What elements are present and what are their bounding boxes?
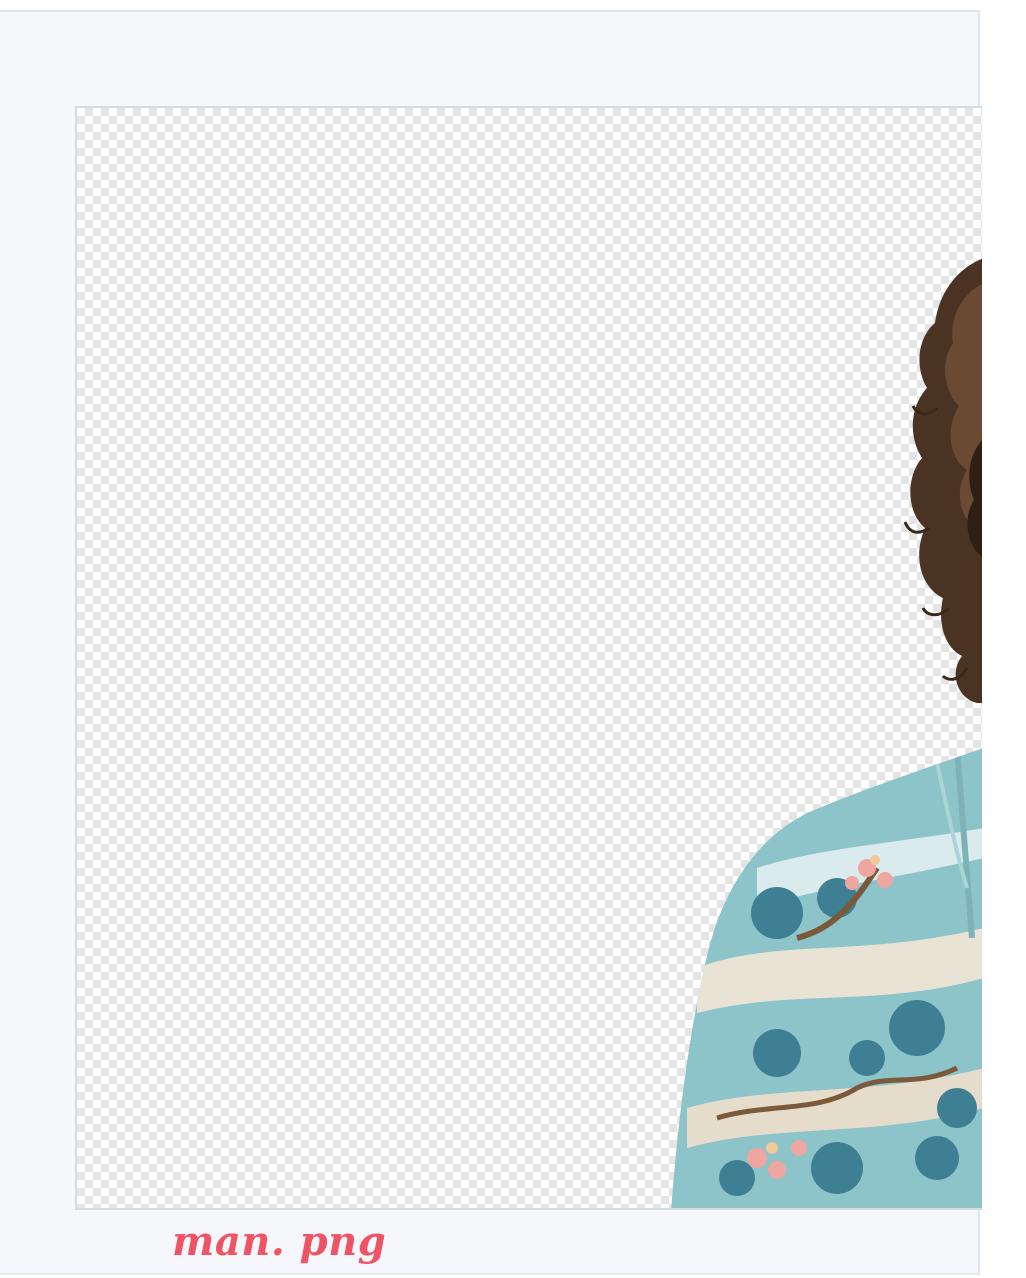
window-edge (982, 0, 1026, 1278)
shirt-shape (671, 748, 982, 1208)
cutout-image (671, 258, 982, 1208)
image-preview (75, 106, 982, 1210)
preview-panel (0, 10, 982, 1275)
file-name-label: man. png (172, 1218, 387, 1265)
hair-shape (903, 258, 982, 703)
